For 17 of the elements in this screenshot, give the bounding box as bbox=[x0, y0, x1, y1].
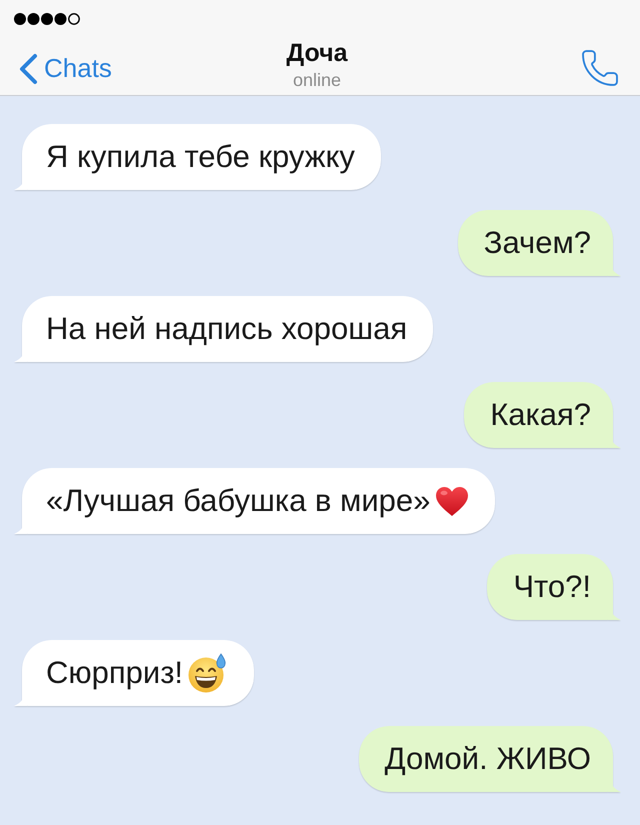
message-text: Какая? bbox=[490, 397, 591, 433]
message-text: Я купила тебе кружку bbox=[46, 139, 355, 175]
call-button[interactable] bbox=[582, 50, 618, 86]
grinning-face-with-sweat-icon bbox=[188, 653, 228, 693]
phone-icon bbox=[582, 50, 618, 86]
chevron-left-icon bbox=[18, 52, 38, 84]
message-text: «Лучшая бабушка в мире» bbox=[46, 483, 430, 519]
message-text: Что?! bbox=[513, 569, 591, 605]
signal-strength-icon bbox=[13, 12, 81, 26]
message-text: На ней надпись хорошая bbox=[46, 311, 408, 347]
contact-status: online bbox=[292, 70, 342, 90]
contact-name: Доча bbox=[286, 38, 348, 68]
back-button[interactable]: Chats bbox=[16, 48, 116, 88]
message-text: Домой. ЖИВО bbox=[384, 741, 591, 777]
message-text: Зачем? bbox=[484, 225, 591, 261]
message-text: Сюрприз! bbox=[46, 655, 184, 691]
heart-icon bbox=[435, 486, 470, 516]
